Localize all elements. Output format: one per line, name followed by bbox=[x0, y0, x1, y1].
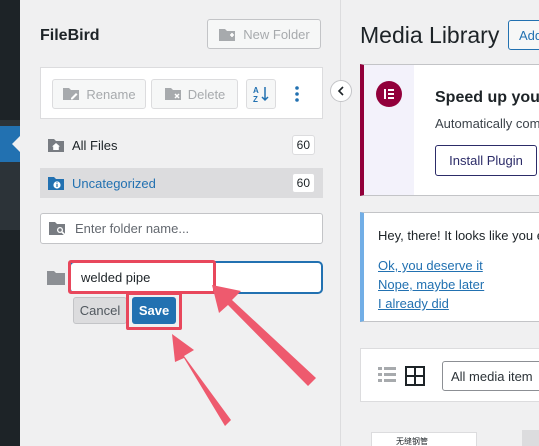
rename-icon bbox=[63, 88, 80, 100]
more-icon bbox=[295, 86, 299, 102]
delete-button[interactable]: Delete bbox=[151, 79, 238, 109]
folder-search-input[interactable] bbox=[75, 221, 315, 236]
admin-sidebar bbox=[0, 0, 20, 446]
elementor-notice: Speed up you Automatically com Install P… bbox=[360, 64, 539, 196]
list-view-icon[interactable] bbox=[378, 367, 396, 383]
install-plugin-button[interactable]: Install Plugin bbox=[435, 145, 537, 176]
folder-item-all-files[interactable]: All Files 60 bbox=[40, 130, 323, 160]
folder-toolbar: Rename Delete AZ bbox=[40, 67, 323, 119]
home-folder-icon bbox=[48, 139, 64, 152]
sort-button[interactable]: AZ bbox=[246, 79, 276, 109]
new-folder-label: New Folder bbox=[243, 26, 310, 42]
page-title: Media Library bbox=[360, 22, 500, 48]
folder-item-uncategorized[interactable]: Uncategorized 60 bbox=[40, 168, 323, 198]
review-notice: Hey, there! It looks like you e Ok, you … bbox=[360, 212, 539, 322]
folder-search-box[interactable] bbox=[40, 213, 323, 244]
media-thumbnail[interactable] bbox=[522, 430, 539, 446]
rename-button[interactable]: Rename bbox=[52, 79, 146, 109]
delete-label: Delete bbox=[187, 86, 226, 102]
filebird-title: FileBird bbox=[40, 27, 100, 44]
filebird-panel: FileBird New Folder Rename Delete AZ All… bbox=[20, 0, 340, 446]
sort-icon: AZ bbox=[253, 86, 269, 103]
svg-text:A: A bbox=[253, 86, 259, 95]
folder-count: 60 bbox=[291, 135, 315, 155]
media-toolbar: All media item bbox=[360, 348, 539, 402]
search-folder-icon bbox=[49, 221, 66, 236]
annotation-highlight-save bbox=[126, 292, 182, 330]
media-thumbnail[interactable]: 无缝钢管 bbox=[371, 432, 477, 446]
media-type-filter[interactable]: All media item bbox=[442, 361, 539, 391]
add-new-button[interactable]: Add bbox=[508, 20, 539, 50]
more-options-button[interactable] bbox=[282, 79, 312, 109]
review-link-ok[interactable]: Ok, you deserve it bbox=[378, 258, 483, 273]
active-menu-pointer bbox=[12, 136, 20, 152]
review-message: Hey, there! It looks like you e bbox=[378, 228, 539, 243]
grid-view-icon[interactable] bbox=[405, 366, 425, 386]
new-folder-button[interactable]: New Folder bbox=[207, 19, 321, 49]
info-folder-icon bbox=[48, 177, 64, 190]
new-folder-icon bbox=[219, 28, 236, 41]
annotation-highlight-input bbox=[68, 260, 216, 294]
thumbnail-caption: 无缝钢管 bbox=[396, 437, 428, 446]
cancel-button[interactable]: Cancel bbox=[73, 297, 127, 324]
folder-icon bbox=[47, 271, 65, 285]
folder-label: Uncategorized bbox=[72, 175, 156, 191]
notice-description: Automatically com bbox=[435, 116, 539, 131]
folder-count: 60 bbox=[291, 173, 315, 193]
svg-text:Z: Z bbox=[253, 95, 258, 103]
rename-label: Rename bbox=[86, 86, 136, 102]
notice-heading: Speed up you bbox=[435, 89, 539, 106]
delete-icon bbox=[164, 88, 181, 100]
review-link-done[interactable]: I already did bbox=[378, 296, 449, 311]
elementor-logo-icon bbox=[376, 81, 402, 107]
review-link-later[interactable]: Nope, maybe later bbox=[378, 277, 484, 292]
folder-label: All Files bbox=[72, 137, 118, 153]
media-library-main: Media Library Add Speed up you Automatic… bbox=[341, 0, 539, 446]
